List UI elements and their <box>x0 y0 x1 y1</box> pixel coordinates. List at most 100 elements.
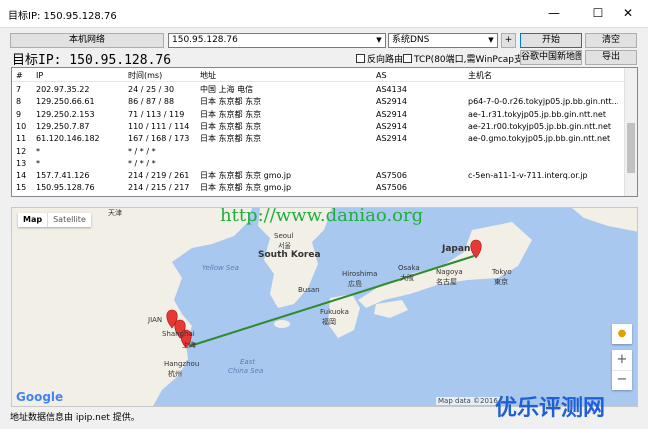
street-view-pegman-icon[interactable]: ● <box>612 324 632 344</box>
table-row[interactable]: 12 * * / * / * <box>12 146 625 158</box>
zoom-in-button[interactable]: + <box>612 350 632 370</box>
table-cell: ae-1.r31.tokyjp05.jp.bb.gin.ntt.net <box>468 109 606 119</box>
column-header[interactable]: # <box>16 70 23 81</box>
table-cell: AS2914 <box>376 109 407 119</box>
table-cell: 9 <box>16 109 22 119</box>
table-cell: AS7506 <box>376 183 407 193</box>
checkbox-icon[interactable] <box>356 54 365 63</box>
chevron-down-icon[interactable]: ▼ <box>373 34 385 47</box>
map-label-hangzhou: Hangzhou <box>164 360 200 368</box>
zoom-control: + − <box>612 350 632 390</box>
map-label-nagoya: Nagoya <box>436 268 463 276</box>
window-title: 目标IP: 150.95.128.76 <box>8 11 117 22</box>
target-ip-value: 150.95.128.76 <box>172 35 238 45</box>
table-cell <box>468 182 618 193</box>
map-label-busan: Busan <box>298 286 320 294</box>
table-cell: 日本 东京都 东京 <box>200 97 262 107</box>
map-label-shanghai-native: 上海 <box>182 341 196 349</box>
satellite-tab[interactable]: Satellite <box>47 213 91 227</box>
maximize-button[interactable]: ☐ <box>584 4 612 22</box>
tcp-option-label: TCP(80端口,需WinPcap支持) <box>414 55 536 65</box>
zoom-out-button[interactable]: − <box>612 370 632 390</box>
table-cell: * / * / * <box>128 146 156 156</box>
table-cell: 15 <box>16 183 27 193</box>
column-header[interactable]: 时间(ms) <box>128 70 162 81</box>
export-button[interactable]: 导出 <box>585 50 637 65</box>
map-label-tokyo: Tokyo <box>492 268 512 276</box>
table-row[interactable]: 15 150.95.128.76 214 / 215 / 217 日本 东京都 东京 … <box>12 182 625 194</box>
google-map-button[interactable]: 谷歌中国新地图 <box>520 50 582 65</box>
table-cell: AS2914 <box>376 121 407 131</box>
map-label-nagoya-native: 名古屋 <box>436 278 457 286</box>
chevron-down-icon[interactable]: ▼ <box>485 34 497 47</box>
table-row[interactable]: 7 202.97.35.22 24 / 25 / 30 中国 上海 电信 AS4134 <box>12 84 625 96</box>
map-label-hiroshima: Hiroshima <box>342 270 378 278</box>
map-label-south-korea: South Korea <box>258 250 321 260</box>
table-cell <box>468 146 618 157</box>
table-cell: ae-0.gmo.tokyjp05.jp.bb.gin.ntt.net <box>468 134 611 144</box>
watermark-url: http://www.daniao.org <box>220 207 424 226</box>
map-label-hangzhou-native: 杭州 <box>168 370 182 378</box>
target-ip-combobox[interactable]: 150.95.128.76 ▼ <box>168 33 386 48</box>
table-cell: 167 / 168 / 173 <box>128 134 190 144</box>
map-label-jiangsu: JIAN <box>148 316 163 324</box>
table-cell: 12 <box>16 146 27 156</box>
column-header[interactable]: IP <box>36 70 43 81</box>
table-cell: 71 / 113 / 119 <box>128 109 185 119</box>
add-dns-button[interactable]: + <box>501 33 516 48</box>
table-cell: * / * / * <box>128 158 156 168</box>
table-cell: AS7506 <box>376 171 407 181</box>
table-cell: 214 / 215 / 217 <box>128 183 190 193</box>
route-map[interactable]: 天津 Yellow Sea Seoul 서울 South Korea Busan… <box>11 207 638 407</box>
column-header[interactable]: 地址 <box>200 70 216 81</box>
tcp-checkbox[interactable]: TCP(80端口,需WinPcap支持) <box>403 52 536 65</box>
dns-value: 系统DNS <box>392 35 430 45</box>
table-cell: * <box>36 146 40 156</box>
reverse-route-label: 反向路由 <box>367 55 404 65</box>
table-row[interactable]: 10 129.250.7.87 110 / 111 / 114 日本 东京都 东京 AS… <box>12 121 625 133</box>
table-cell: 日本 东京都 东京 gmo.jp <box>200 171 292 181</box>
map-label-east-china-sea: East <box>240 358 256 366</box>
table-cell: 24 / 25 / 30 <box>128 85 175 94</box>
map-label-east-china-sea-2: China Sea <box>228 367 264 375</box>
trace-table[interactable]: # IP 时间(ms) 地址 AS 主机名 7 202.97.35.22 24 / … <box>11 67 638 197</box>
table-cell: AS2914 <box>376 134 407 144</box>
map-label-hiroshima-native: 広島 <box>348 280 362 288</box>
dns-select[interactable]: 系统DNS ▼ <box>388 33 498 48</box>
table-cell: 14 <box>16 171 27 181</box>
map-tab[interactable]: Map <box>18 213 48 227</box>
column-header[interactable]: AS <box>376 70 387 81</box>
close-button[interactable]: ✕ <box>614 4 642 22</box>
table-cell: 129.250.2.153 <box>36 109 95 119</box>
table-cell: ae-21.r00.tokyjp05.jp.bb.gin.ntt.net <box>468 121 612 131</box>
map-attribution[interactable]: Map data ©2016 <box>436 397 500 405</box>
table-cell <box>468 158 618 169</box>
table-cell: 150.95.128.76 <box>36 183 95 193</box>
scrollbar-thumb[interactable] <box>627 123 635 173</box>
table-row[interactable]: 13 * * / * / * <box>12 158 625 170</box>
column-header[interactable]: 主机名 <box>468 70 492 81</box>
clear-button[interactable]: 清空 <box>585 33 637 48</box>
table-cell: 214 / 219 / 261 <box>128 171 190 181</box>
table-cell: 13 <box>16 158 27 168</box>
map-label-seoul: Seoul <box>274 232 294 240</box>
table-row[interactable]: 14 157.7.41.126 214 / 219 / 261 日本 东京都 东京 g… <box>12 170 625 182</box>
table-row[interactable]: 9 129.250.2.153 71 / 113 / 119 日本 东京都 东京 AS2… <box>12 109 625 121</box>
reverse-route-checkbox[interactable]: 反向路由 <box>356 52 404 65</box>
checkbox-icon[interactable] <box>403 54 412 63</box>
map-label-osaka: Osaka <box>398 264 420 272</box>
table-row[interactable]: 11 61.120.146.182 167 / 168 / 173 日本 东京都 东京… <box>12 133 625 145</box>
table-row[interactable]: 8 129.250.66.61 86 / 87 / 88 日本 东京都 东京 AS291… <box>12 96 625 108</box>
table-scrollbar[interactable] <box>624 68 637 196</box>
table-cell: 110 / 111 / 114 <box>128 121 190 131</box>
map-label-shanghai: Shanghai <box>162 330 195 338</box>
target-ip-label: 目标IP: 150.95.128.76 <box>12 53 172 68</box>
table-cell: 61.120.146.182 <box>36 134 100 144</box>
table-cell: p64-7-0-0.r26.tokyjp05.jp.bb.gin.ntt... <box>468 97 618 107</box>
local-network-button[interactable]: 本机网络 <box>10 33 164 48</box>
table-cell: 日本 东京都 东京 <box>200 109 262 119</box>
table-header: # IP 时间(ms) 地址 AS 主机名 <box>12 68 625 82</box>
table-cell: 日本 东京都 东京 <box>200 121 262 131</box>
minimize-button[interactable]: — <box>540 4 568 22</box>
start-button[interactable]: 开始 <box>520 33 582 48</box>
